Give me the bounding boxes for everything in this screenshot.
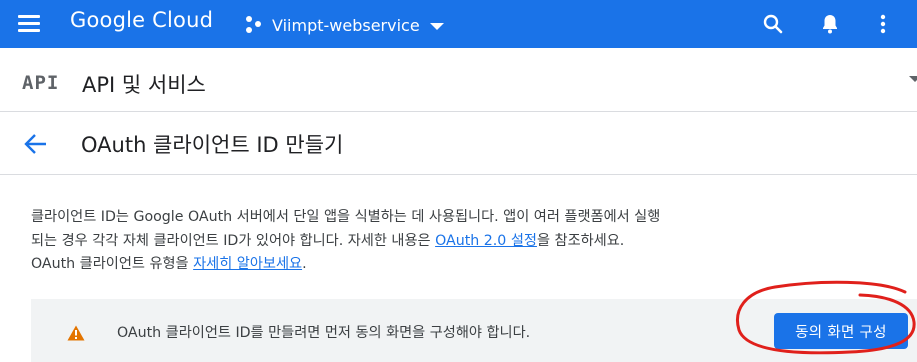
more-vert-icon[interactable] (871, 12, 895, 36)
description-paragraph: 클라이언트 ID는 Google OAuth 서버에서 단일 앱을 식별하는 데… (31, 206, 671, 277)
section-title: API 및 서비스 (82, 73, 206, 97)
page-title: OAuth 클라이언트 ID 만들기 (81, 133, 344, 157)
api-logo: API (22, 72, 60, 94)
top-app-bar: Google Cloud Viimpt-webservice (0, 0, 917, 48)
warning-icon (67, 325, 85, 341)
warning-banner: OAuth 클라이언트 ID를 만들려면 먼저 동의 화면을 구성해야 합니다.… (31, 299, 917, 362)
google-cloud-logo[interactable]: Google Cloud (70, 8, 213, 32)
project-dots-icon (246, 16, 264, 34)
learn-more-link[interactable]: 자세히 알아보세요 (193, 256, 302, 272)
banner-message: OAuth 클라이언트 ID를 만들려면 먼저 동의 화면을 구성해야 합니다. (117, 325, 531, 341)
chevron-down-icon (429, 23, 444, 30)
bell-icon[interactable] (818, 12, 842, 36)
configure-consent-screen-button[interactable]: 동의 화면 구성 (774, 313, 908, 349)
back-arrow-icon[interactable] (22, 131, 50, 157)
chevron-down-icon[interactable] (909, 76, 917, 82)
project-selector[interactable]: Viimpt-webservice (246, 12, 444, 38)
oauth-setup-link[interactable]: OAuth 2.0 설정 (435, 233, 537, 249)
search-icon[interactable] (761, 12, 785, 36)
description-text: . (302, 256, 307, 272)
section-header: API API 및 서비스 (0, 58, 917, 112)
project-name: Viimpt-webservice (272, 15, 420, 35)
menu-icon[interactable] (17, 12, 43, 36)
page-header: OAuth 클라이언트 ID 만들기 (0, 113, 917, 175)
